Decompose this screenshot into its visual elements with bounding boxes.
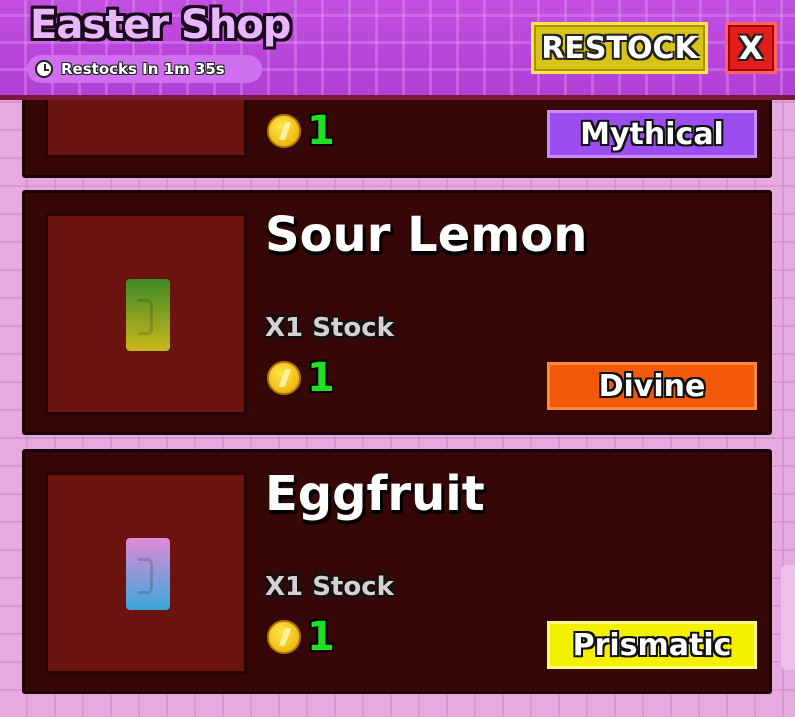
item-thumbnail xyxy=(45,472,247,674)
item-stock: X1 Stock xyxy=(265,572,394,602)
seed-pack-icon xyxy=(126,279,170,351)
item-price: 1 xyxy=(267,108,335,154)
coin-icon xyxy=(267,620,301,654)
item-name: Sour Lemon xyxy=(265,207,588,263)
item-stock: X1 Stock xyxy=(265,313,394,343)
clock-icon xyxy=(35,60,53,78)
item-card-mythical[interactable]: 1 Mythical xyxy=(22,100,772,178)
item-thumbnail xyxy=(45,213,247,415)
rarity-badge: Prismatic xyxy=(547,621,757,669)
close-button[interactable]: X xyxy=(725,22,777,74)
price-value: 1 xyxy=(307,108,335,154)
rarity-badge: Mythical xyxy=(547,110,757,158)
price-value: 1 xyxy=(307,355,335,401)
price-value: 1 xyxy=(307,614,335,660)
seed-pack-icon xyxy=(126,538,170,610)
item-name: Eggfruit xyxy=(265,466,485,522)
item-price: 1 xyxy=(267,614,335,660)
restock-button[interactable]: RESTOCK xyxy=(531,22,708,74)
item-price: 1 xyxy=(267,355,335,401)
coin-icon xyxy=(267,361,301,395)
scrollbar[interactable] xyxy=(781,565,795,670)
item-list[interactable]: 1 Mythical Sour Lemon X1 Stock 1 Divine … xyxy=(0,100,795,717)
item-thumbnail xyxy=(45,100,247,158)
restock-timer: Restocks In 1m 35s xyxy=(27,55,262,83)
item-card-eggfruit[interactable]: Eggfruit X1 Stock 1 Prismatic xyxy=(22,449,772,694)
shop-header: Easter Shop Restocks In 1m 35s RESTOCK X xyxy=(0,0,795,100)
rarity-badge: Divine xyxy=(547,362,757,410)
coin-icon xyxy=(267,114,301,148)
restock-timer-label: Restocks In 1m 35s xyxy=(61,60,225,78)
item-card-sour-lemon[interactable]: Sour Lemon X1 Stock 1 Divine xyxy=(22,190,772,435)
shop-title: Easter Shop xyxy=(30,2,291,48)
